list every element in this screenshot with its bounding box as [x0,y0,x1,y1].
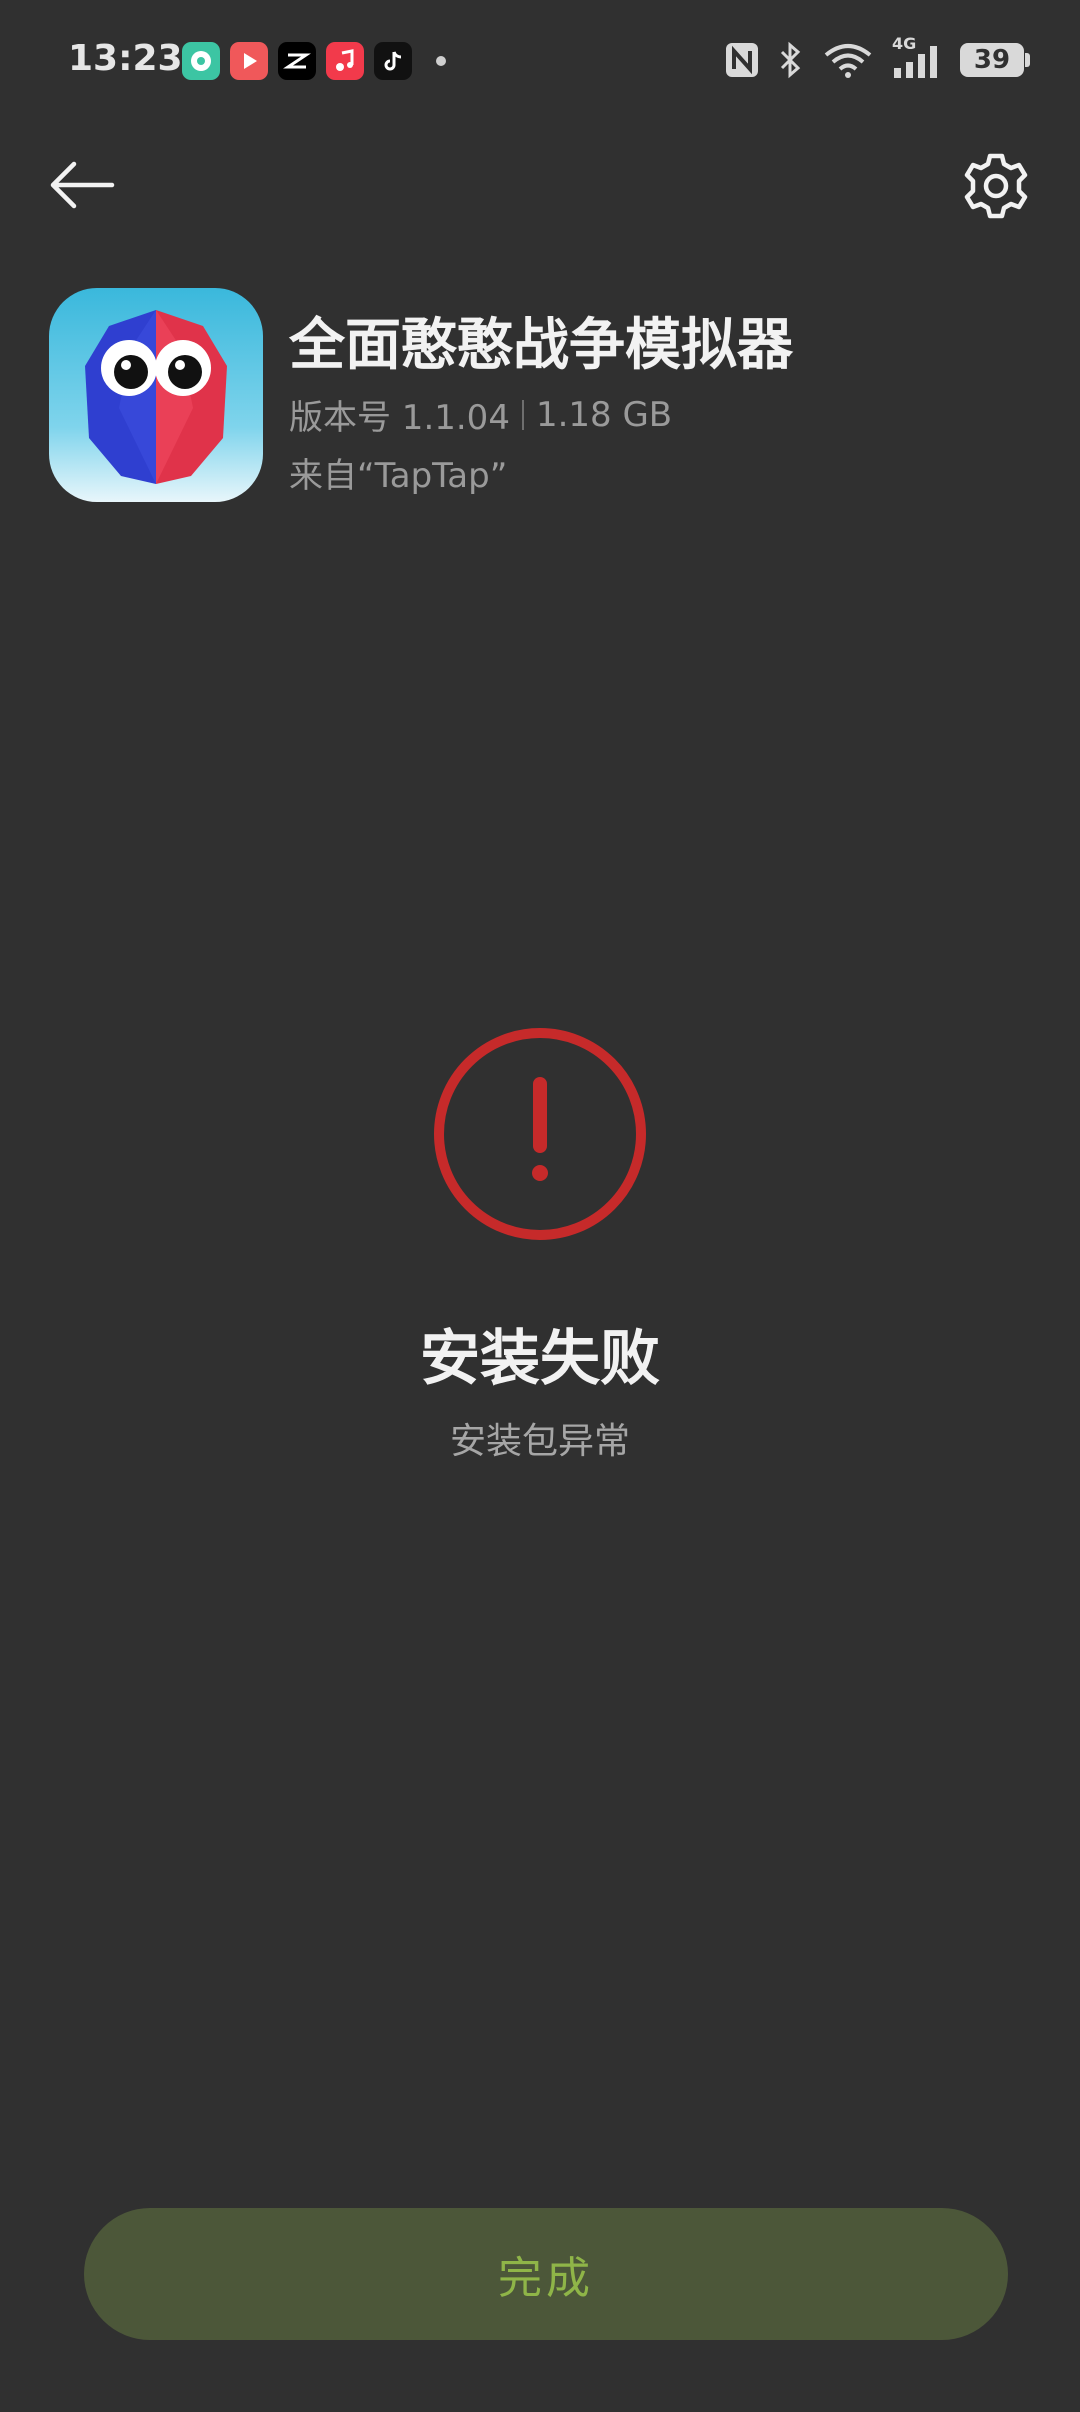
cellular-signal-icon: 4G [892,34,942,80]
more-notifications-dot [436,56,446,66]
capcut-icon [278,42,316,80]
done-button[interactable]: 完成 [84,2208,1008,2340]
music-app-icon [182,42,220,80]
tiktok-icon [374,42,412,80]
status-bar: 13:23 4G 39 [0,0,1080,124]
system-icons: 4G 39 [724,34,1030,80]
gear-icon [964,153,1028,219]
app-name: 全面憨憨战争模拟器 [289,313,793,378]
music-note-icon [326,42,364,80]
app-meta: 版本号 1.1.04 1.18 GB [289,390,672,439]
battery-level: 39 [973,45,1011,75]
result-subtitle: 安装包异常 [449,1421,630,1462]
arrow-left-icon [50,161,115,209]
error-exclamation-icon [430,1024,650,1244]
battery-indicator: 39 [960,43,1030,77]
notification-icons [182,42,446,80]
result-title: 安装失败 [420,1324,660,1394]
app-source: 来自“TapTap” [289,456,508,496]
settings-button[interactable] [960,150,1032,222]
back-button[interactable] [46,150,126,220]
app-size: 1.18 GB [535,394,673,435]
nfc-icon [726,43,758,77]
wifi-icon [824,44,872,78]
bluetooth-icon [780,41,801,79]
app-version: 版本号 1.1.04 [289,398,510,438]
video-app-icon [230,42,268,80]
status-time: 13:23 [68,38,183,79]
meta-divider [521,399,524,430]
app-icon [49,288,263,502]
